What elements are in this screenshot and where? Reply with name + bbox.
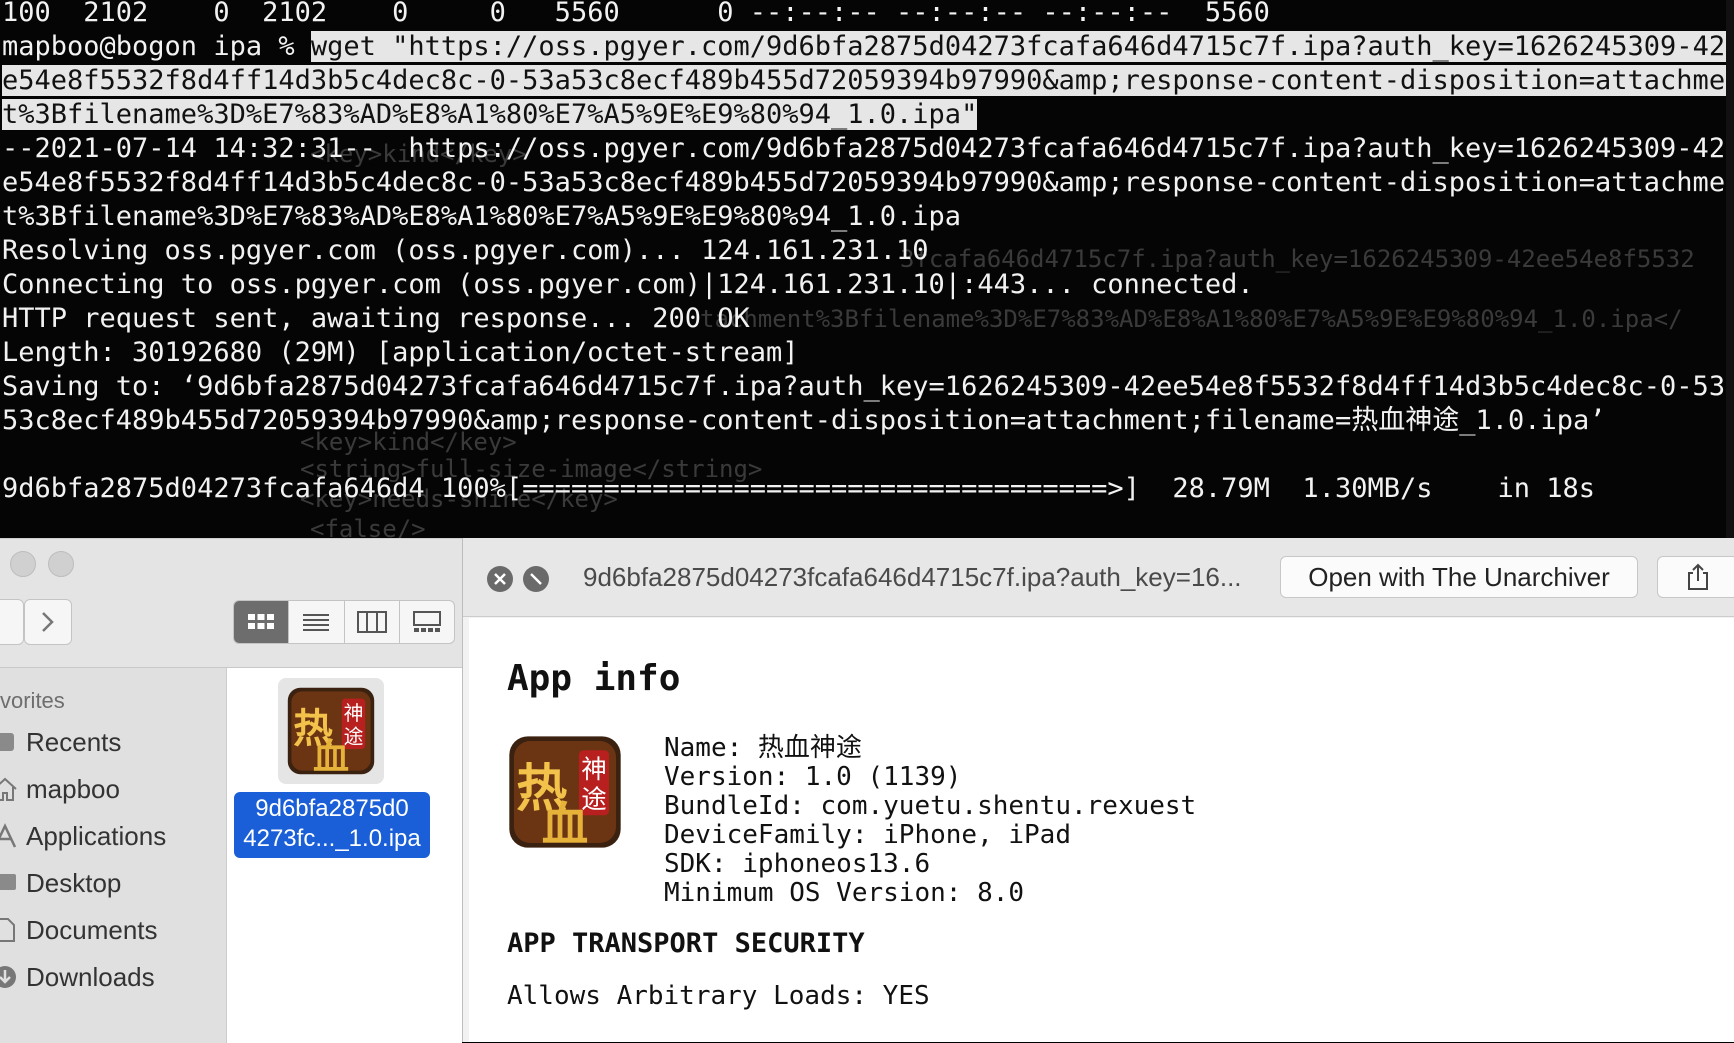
column-view-button[interactable]: [345, 601, 400, 643]
terminal-line: 100 2102 0 2102 0 0 5560 0 --:--:-- --:-…: [2, 0, 1270, 28]
download-progress-line: 9d6bfa2875d04273fcafa646d4 100%[========…: [2, 473, 1596, 504]
columns-icon: [356, 611, 387, 633]
finder-content[interactable]: 热 血 神 途 9d6bfa2875d0 4273fc..._1.0.ipa: [227, 668, 462, 1043]
terminal-line: Resolving oss.pgyer.com (oss.pgyer.com).…: [2, 235, 929, 266]
clock-icon: [0, 733, 14, 751]
sidebar-item-mapboo[interactable]: mapboo: [0, 769, 120, 809]
sidebar-item-downloads[interactable]: Downloads: [0, 957, 155, 997]
svg-text:途: 途: [581, 785, 607, 815]
selected-command[interactable]: e54e8f5532f8d4ff14d3b5c4dec8c-0-53a53c8e…: [2, 65, 1734, 96]
quicklook-window[interactable]: 9d6bfa2875d04273fcafa646d4715c7f.ipa?aut…: [462, 538, 1734, 1042]
forward-button[interactable]: [24, 599, 72, 645]
ghost-text: <false/>: [310, 515, 426, 540]
finder-window[interactable]: vorites Recents mapboo Applications Desk…: [0, 538, 462, 1043]
fullscreen-button[interactable]: [523, 566, 549, 592]
svg-text:途: 途: [344, 726, 364, 749]
selected-command[interactable]: t%3Bfilename%3D%E7%83%AD%E8%A1%80%E7%A5%…: [2, 99, 978, 130]
sidebar-item-applications[interactable]: Applications: [0, 816, 166, 856]
sidebar-item-documents[interactable]: Documents: [0, 910, 158, 950]
terminal-scrollbar[interactable]: [1726, 0, 1734, 540]
sidebar-item-label: Recents: [26, 726, 122, 757]
terminal-line: e54e8f5532f8d4ff14d3b5c4dec8c-0-53a53c8e…: [2, 64, 1734, 98]
selected-file-name[interactable]: 9d6bfa2875d0 4273fc..._1.0.ipa: [234, 792, 430, 858]
app-icon: 热 血 神 途: [509, 736, 621, 850]
sidebar-item-label: Downloads: [26, 961, 155, 992]
minimize-window-button[interactable]: [48, 551, 74, 577]
share-icon: [1688, 563, 1708, 590]
list-view-button[interactable]: [289, 601, 345, 643]
sidebar-item-label: Applications: [26, 820, 167, 851]
gallery-icon: [412, 611, 441, 632]
terminal-line: 53c8ecf489b455d72059394b97990&amp;respon…: [2, 405, 1606, 436]
sidebar-item-label: mapboo: [26, 773, 120, 804]
applications-icon: [0, 823, 17, 848]
app-info-heading: App info: [507, 658, 681, 699]
sidebar-item-label: Desktop: [26, 867, 122, 898]
finder-sidebar: vorites Recents mapboo Applications Desk…: [0, 668, 227, 1043]
open-with-button[interactable]: Open with The Unarchiver: [1280, 556, 1638, 598]
svg-text:神: 神: [344, 702, 364, 725]
icon-view-button[interactable]: [234, 601, 290, 643]
terminal-line: Length: 30192680 (29M) [application/octe…: [2, 337, 799, 368]
download-icon: [0, 966, 16, 988]
ats-allows-arbitrary-loads: Allows Arbitrary Loads: YES: [507, 981, 930, 1011]
preview-content: App info 热 血 神 途 Name: 热血神途 Version: 1.0…: [469, 618, 1734, 1042]
sidebar-item-label: Documents: [26, 914, 158, 945]
close-window-button[interactable]: [10, 551, 36, 577]
grid-icon: [248, 614, 275, 629]
terminal-line: Connecting to oss.pgyer.com (oss.pgyer.c…: [2, 269, 1254, 300]
app-icon: 热 血 神 途: [287, 687, 375, 776]
ats-heading: APP TRANSPORT SECURITY: [507, 928, 865, 959]
info-sdk: SDK: iphoneos13.6: [664, 849, 931, 879]
gallery-view-button[interactable]: [400, 601, 454, 643]
selected-command[interactable]: wget "https://oss.pgyer.com/9d6bfa2875d0…: [310, 31, 1734, 62]
svg-text:神: 神: [581, 755, 607, 785]
info-version: Version: 1.0 (1139): [664, 762, 962, 792]
expand-icon: [530, 573, 542, 585]
info-bundle-id: BundleId: com.yuetu.shentu.rexuest: [664, 791, 1197, 821]
share-button[interactable]: [1657, 556, 1734, 598]
close-preview-button[interactable]: [487, 566, 513, 592]
favorites-heading: vorites: [0, 688, 65, 713]
file-name-line: 9d6bfa2875d0: [255, 795, 409, 822]
back-button[interactable]: [0, 599, 24, 645]
sidebar-item-recents[interactable]: Recents: [0, 722, 121, 762]
terminal-prompt-line[interactable]: mapboo@bogon ipa % wget "https://oss.pgy…: [2, 30, 1734, 64]
list-icon: [303, 614, 330, 631]
finder-toolbar: [0, 539, 462, 668]
info-device-family: DeviceFamily: iPhone, iPad: [664, 820, 1071, 850]
terminal-window[interactable]: <key>kind</key> 3fcafa646d4715c7f.ipa?au…: [0, 0, 1734, 540]
chevron-right-icon: [42, 612, 54, 632]
terminal-line: e54e8f5532f8d4ff14d3b5c4dec8c-0-53a53c8e…: [2, 167, 1734, 198]
home-icon: [0, 777, 17, 801]
shell-prompt: mapboo@bogon ipa %: [2, 31, 311, 62]
info-min-os: Minimum OS Version: 8.0: [664, 878, 1025, 908]
quicklook-toolbar: 9d6bfa2875d04273fcafa646d4715c7f.ipa?aut…: [463, 538, 1734, 617]
sidebar-item-desktop[interactable]: Desktop: [0, 863, 121, 903]
close-icon: [494, 573, 506, 585]
terminal-line: t%3Bfilename%3D%E7%83%AD%E8%A1%80%E7%A5%…: [2, 201, 962, 232]
file-name-line: 4273fc..._1.0.ipa: [243, 825, 421, 852]
preview-title: 9d6bfa2875d04273fcafa646d4715c7f.ipa?aut…: [583, 562, 1242, 592]
terminal-line: t%3Bfilename%3D%E7%83%AD%E8%A1%80%E7%A5%…: [2, 98, 1734, 132]
view-mode-group: [233, 600, 455, 644]
document-icon: [0, 918, 15, 942]
terminal-line: Saving to: ‘9d6bfa2875d04273fcafa646d471…: [2, 371, 1734, 402]
desktop-icon: [0, 874, 16, 890]
terminal-line: --2021-07-14 14:32:31-- https://oss.pgye…: [2, 133, 1734, 164]
info-name: Name: 热血神途: [664, 733, 862, 763]
file-thumbnail[interactable]: 热 血 神 途: [278, 678, 384, 784]
terminal-line: HTTP request sent, awaiting response... …: [2, 303, 750, 334]
